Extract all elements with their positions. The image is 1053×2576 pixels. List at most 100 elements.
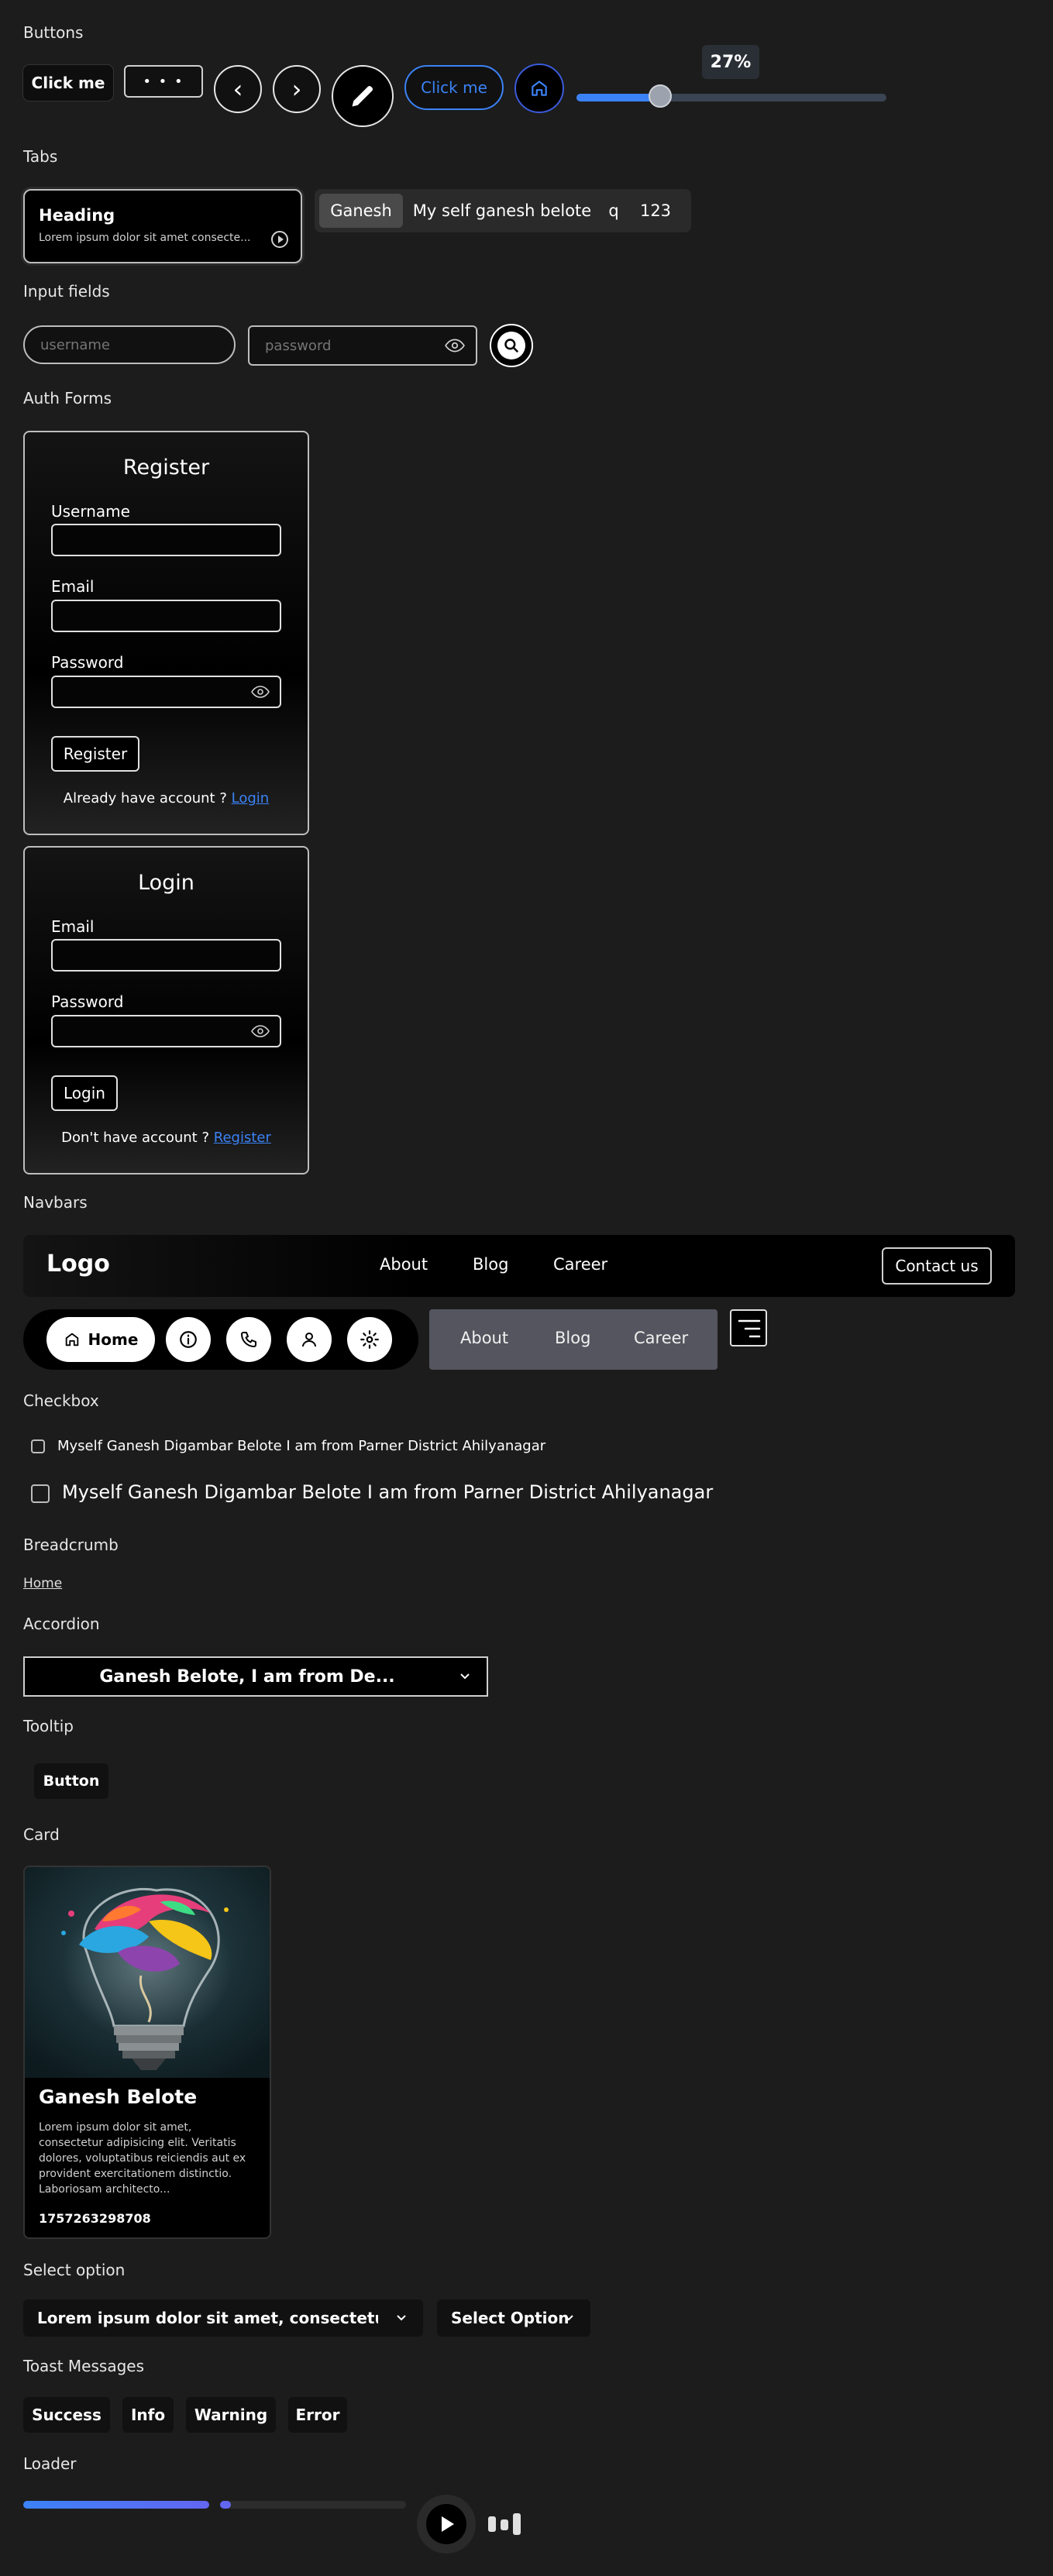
navbar-logo[interactable]: Logo — [46, 1250, 110, 1278]
register-form: Register Username Email Password Registe… — [23, 431, 309, 835]
register-link[interactable]: Register — [214, 1130, 271, 1146]
select-first[interactable]: Lorem ipsum dolor sit amet, consectetur.… — [23, 2299, 423, 2337]
navbar-link-career[interactable]: Career — [553, 1255, 607, 1274]
register-password-input[interactable] — [51, 676, 281, 708]
navbar-link-blog[interactable]: Blog — [473, 1255, 508, 1274]
slider-thumb[interactable] — [649, 84, 672, 108]
section-title-auth: Auth Forms — [23, 389, 112, 408]
section-title-navbars: Navbars — [23, 1193, 88, 1212]
lightbulb-illustration — [25, 1867, 270, 2078]
eye-icon[interactable] — [251, 686, 270, 698]
search-button[interactable] — [490, 324, 533, 367]
card-description: Lorem ipsum dolor sit amet, consectetur … — [39, 2121, 246, 2196]
checkbox-small-label: Myself Ganesh Digambar Belote I am from … — [57, 1438, 546, 1454]
pencil-icon — [352, 85, 373, 107]
register-username-label: Username — [51, 502, 130, 521]
accordion-header[interactable]: Ganesh Belote, I am from De... — [23, 1656, 488, 1697]
section-title-inputs: Input fields — [23, 282, 110, 301]
profile-card[interactable]: Ganesh Belote Lorem ipsum dolor sit amet… — [23, 1866, 271, 2239]
nav-phone-button[interactable] — [226, 1317, 271, 1362]
edit-button[interactable] — [332, 65, 394, 127]
section-title-card: Card — [23, 1825, 60, 1844]
login-form: Login Email Password Login Don't have ac… — [23, 846, 309, 1175]
section-title-accordion: Accordion — [23, 1615, 100, 1633]
chevron-down-icon — [564, 2315, 573, 2321]
home-icon — [532, 81, 547, 96]
play-icon — [442, 2516, 454, 2532]
nav-settings-button[interactable] — [347, 1317, 392, 1362]
toast-info-button[interactable]: Info — [122, 2397, 174, 2433]
eye-icon[interactable] — [251, 1025, 270, 1037]
nav-home-button[interactable]: Home — [46, 1317, 155, 1362]
login-email-label: Email — [51, 917, 95, 936]
hamburger-menu-button[interactable] — [730, 1309, 767, 1346]
arrow-circle-icon — [271, 231, 288, 248]
register-password-label: Password — [51, 653, 124, 672]
loader-bar-2 — [220, 2501, 406, 2509]
toast-error-button[interactable]: Error — [288, 2397, 347, 2433]
login-password-input[interactable] — [51, 1015, 281, 1047]
register-title: Register — [122, 456, 210, 480]
nav-info-button[interactable] — [166, 1317, 211, 1362]
checkbox-small[interactable] — [31, 1439, 45, 1453]
contact-us-button[interactable]: Contact us — [882, 1247, 992, 1285]
password-input[interactable] — [249, 327, 435, 364]
loader-bar-2-fill — [220, 2501, 232, 2509]
card-id: 1757263298708 — [39, 2211, 151, 2226]
prev-button[interactable]: ‹ — [214, 65, 262, 113]
login-title: Login — [138, 871, 194, 895]
register-email-label: Email — [51, 577, 95, 596]
login-footer: Don't have account ? Register — [25, 1130, 308, 1146]
user-icon — [302, 1333, 316, 1347]
tab-bar: Ganesh My self ganesh belote q 123 — [315, 189, 691, 232]
section-title-tabs: Tabs — [23, 147, 58, 166]
section-title-loader: Loader — [23, 2454, 77, 2473]
register-email-input[interactable] — [51, 600, 281, 632]
username-input[interactable] — [23, 325, 236, 364]
outline-click-me-button[interactable]: Click me — [404, 65, 504, 110]
login-button[interactable]: Login — [51, 1075, 118, 1111]
navbar-link-about[interactable]: About — [380, 1255, 428, 1274]
tab-q[interactable]: q — [601, 194, 626, 228]
gray-nav-career[interactable]: Career — [634, 1329, 688, 1347]
nav-user-button[interactable] — [287, 1317, 332, 1362]
tab-card-text: Lorem ipsum dolor sit amet consecte... — [39, 232, 251, 244]
search-icon — [504, 339, 518, 353]
chevron-right-icon: › — [291, 74, 302, 104]
tab-myself[interactable]: My self ganesh belote — [409, 194, 595, 228]
gray-nav-about[interactable]: About — [460, 1329, 508, 1347]
slider-track[interactable] — [576, 84, 886, 108]
phone-icon — [241, 1332, 256, 1347]
loader-bar-1 — [23, 2501, 209, 2509]
select-second-value: Select Option — [451, 2309, 570, 2327]
section-title-select: Select option — [23, 2261, 126, 2279]
select-first-value: Lorem ipsum dolor sit amet, consectetur.… — [37, 2309, 378, 2327]
chevron-down-icon — [397, 2315, 406, 2321]
tab-ganesh[interactable]: Ganesh — [319, 194, 403, 228]
breadcrumb-home[interactable]: Home — [23, 1576, 62, 1591]
click-me-button[interactable]: Click me — [23, 65, 113, 101]
section-title-checkbox: Checkbox — [23, 1391, 99, 1410]
accordion-title: Ganesh Belote, I am from De... — [99, 1667, 395, 1687]
chevron-left-icon: ‹ — [232, 74, 243, 104]
loader-bars-icon — [488, 2513, 522, 2535]
tab-card[interactable]: Heading Lorem ipsum dolor sit amet conse… — [23, 189, 302, 263]
more-button[interactable]: • • • — [124, 65, 203, 98]
checkbox-large[interactable] — [31, 1484, 50, 1503]
home-icon-button[interactable] — [514, 64, 564, 113]
gray-nav-blog[interactable]: Blog — [555, 1329, 590, 1347]
toast-success-button[interactable]: Success — [23, 2397, 110, 2433]
navbar-icon-pill: Home — [23, 1309, 418, 1370]
tooltip-button[interactable]: Button — [34, 1763, 108, 1799]
select-second[interactable]: Select Option — [437, 2299, 590, 2337]
login-email-input[interactable] — [51, 939, 281, 972]
navbar-gray: About Blog Career — [429, 1309, 717, 1370]
register-button[interactable]: Register — [51, 736, 139, 772]
tab-123[interactable]: 123 — [632, 194, 679, 228]
loader-play-ring[interactable] — [417, 2495, 476, 2554]
login-link[interactable]: Login — [232, 790, 270, 807]
next-button[interactable]: › — [273, 65, 321, 113]
toast-warning-button[interactable]: Warning — [186, 2397, 276, 2433]
eye-icon[interactable] — [445, 338, 465, 353]
register-username-input[interactable] — [51, 524, 281, 556]
